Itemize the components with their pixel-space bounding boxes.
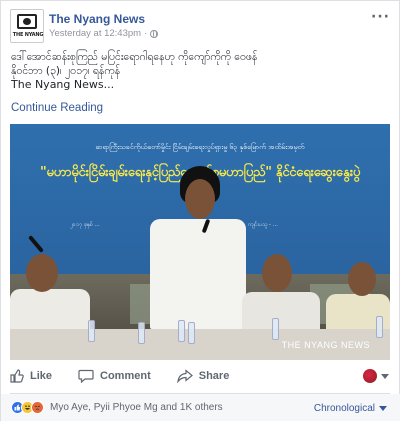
banner-organizer: ကျင်းပသူ - ... bbox=[248, 222, 278, 228]
post-text-line: ဒေါ်အောင်ဆန်းစုကြည် မပြင်းရောဂါရနေဟု ကို… bbox=[11, 51, 258, 63]
post-photo[interactable]: ဆရာကြီးသခင်ကိုယ်တော်မှိုင်း ငြိမ်းချမ်းရ… bbox=[10, 124, 390, 360]
water-bottle bbox=[178, 320, 185, 342]
comment-order-selector[interactable]: Chronological bbox=[314, 403, 387, 414]
banner-subtitle: ဆရာကြီးသခင်ကိုယ်တော်မှိုင်း ငြိမ်းချမ်းရ… bbox=[95, 143, 305, 151]
more-icon[interactable]: ··· bbox=[371, 9, 390, 25]
water-bottle bbox=[138, 322, 145, 344]
water-bottle bbox=[88, 320, 95, 342]
chevron-down-icon bbox=[379, 406, 387, 411]
order-label: Chronological bbox=[313, 403, 375, 414]
share-button[interactable]: Share bbox=[176, 369, 230, 383]
reaction-identity-selector[interactable] bbox=[363, 369, 389, 383]
globe-icon bbox=[150, 29, 159, 38]
comment-label: Comment bbox=[100, 370, 151, 382]
chevron-down-icon bbox=[381, 373, 389, 379]
post-text-line: နိုဝင်ဘာ (၃)၊ ၂၀၁၇၊ ရန်ကုန် bbox=[11, 65, 121, 77]
water-bottle bbox=[272, 318, 279, 340]
speaker-head bbox=[185, 179, 215, 219]
speaker-figure bbox=[150, 219, 246, 329]
page-name-link[interactable]: The Nyang News bbox=[49, 12, 145, 26]
like-button[interactable]: Like bbox=[10, 369, 52, 383]
comment-button[interactable]: Comment bbox=[78, 369, 151, 383]
water-bottle bbox=[376, 316, 383, 338]
logo-text: THE NYANG bbox=[12, 32, 44, 38]
timestamp-link[interactable]: Yesterday at 12:43pm bbox=[49, 28, 141, 39]
post-text-line: The Nyang News... bbox=[11, 78, 115, 91]
water-bottle bbox=[188, 322, 195, 344]
comment-icon bbox=[78, 369, 94, 383]
reaction-summary[interactable]: Myo Aye, Pyii Phyoe Mg and 1K others bbox=[11, 401, 223, 414]
logo-icon bbox=[17, 14, 37, 29]
meta-separator: · bbox=[144, 28, 148, 39]
like-label: Like bbox=[30, 370, 53, 382]
post-body: ဒေါ်အောင်ဆန်းစုကြည် မပြင်းရောဂါရနေဟု ကို… bbox=[11, 50, 391, 92]
action-bar: Like Comment Share bbox=[10, 366, 390, 386]
reactors-text[interactable]: Myo Aye, Pyii Phyoe Mg and 1K others bbox=[50, 402, 223, 413]
panelist-head bbox=[348, 262, 376, 296]
page-avatar[interactable]: THE NYANG bbox=[10, 9, 44, 43]
like-icon bbox=[10, 369, 24, 383]
share-icon bbox=[176, 369, 193, 383]
panelist-head bbox=[262, 254, 292, 292]
post-card: THE NYANG The Nyang News Yesterday at 12… bbox=[0, 0, 400, 421]
post-footer: Myo Aye, Pyii Phyoe Mg and 1K others Chr… bbox=[1, 394, 400, 421]
continue-reading-link[interactable]: Continue Reading bbox=[11, 102, 103, 114]
banner-date: ၂၀၁၇ ခုနှစ် ... bbox=[70, 222, 100, 228]
share-label: Share bbox=[198, 370, 230, 382]
photo-watermark: THE NYANG NEWS bbox=[281, 340, 370, 350]
avatar bbox=[363, 369, 377, 383]
panelist-head bbox=[26, 254, 58, 292]
post-header: THE NYANG The Nyang News Yesterday at 12… bbox=[10, 9, 390, 45]
post-meta: Yesterday at 12:43pm · bbox=[49, 28, 159, 39]
angry-reaction-icon bbox=[31, 401, 44, 414]
